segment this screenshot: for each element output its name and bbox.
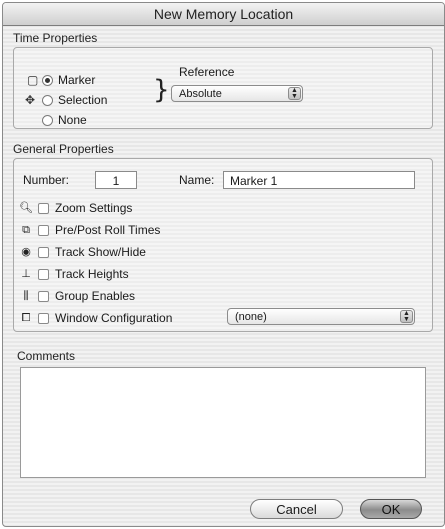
track-heights-label: Track Heights	[55, 267, 129, 281]
pre-post-roll-icon: ⧉	[22, 223, 30, 236]
window-config-checkbox[interactable]	[38, 312, 49, 324]
group-enables-checkbox[interactable]	[38, 290, 49, 302]
dialog-title: New Memory Location	[3, 3, 444, 26]
none-radio[interactable]: None	[42, 113, 87, 127]
window-config-popup[interactable]: (none) ▲ ▼	[227, 308, 415, 325]
window-config-icon: ⧠	[21, 311, 31, 324]
popup-arrows-icon: ▲ ▼	[288, 87, 301, 100]
eye-icon: ◉	[21, 245, 31, 258]
window-config-popup-value: (none)	[235, 311, 267, 323]
track-show-hide-checkbox-row[interactable]: ◉ Track Show/Hide	[19, 245, 146, 259]
pre-post-roll-checkbox-row[interactable]: ⧉ Pre/Post Roll Times	[19, 223, 160, 237]
group-icon: ⫼	[23, 289, 29, 302]
cancel-button[interactable]: Cancel	[250, 499, 343, 519]
marker-radio[interactable]: Marker	[42, 73, 95, 87]
general-properties-label: General Properties	[13, 142, 114, 156]
track-heights-checkbox[interactable]	[38, 268, 49, 280]
none-radio-label: None	[58, 113, 87, 127]
time-properties-label: Time Properties	[13, 31, 98, 45]
popup-arrows-icon: ▲ ▼	[400, 310, 413, 323]
reference-label: Reference	[179, 65, 235, 79]
reference-popup-value: Absolute	[179, 88, 222, 100]
window-config-checkbox-row[interactable]: ⧠ Window Configuration	[19, 311, 173, 325]
track-heights-checkbox-row[interactable]: ⊥ Track Heights	[19, 267, 129, 281]
ok-button[interactable]: OK	[360, 499, 422, 519]
pre-post-roll-label: Pre/Post Roll Times	[55, 223, 161, 237]
magnifier-icon: 🔍︎	[19, 201, 33, 214]
number-label: Number:	[23, 173, 70, 187]
marker-radio-button[interactable]	[42, 74, 53, 86]
track-height-icon: ⊥	[21, 267, 31, 280]
track-show-hide-checkbox[interactable]	[38, 246, 49, 258]
name-label: Name:	[179, 173, 215, 187]
selection-icon: ✥	[25, 93, 36, 107]
selection-radio-button[interactable]	[42, 94, 53, 106]
group-enables-checkbox-row[interactable]: ⫼ Group Enables	[19, 289, 135, 303]
zoom-settings-checkbox[interactable]	[38, 202, 49, 214]
reference-popup[interactable]: Absolute ▲ ▼	[171, 85, 303, 102]
selection-radio[interactable]: Selection	[42, 93, 107, 107]
marker-radio-label: Marker	[58, 73, 96, 87]
new-memory-location-dialog: New Memory Location Time Properties ▢ Ma…	[2, 2, 445, 527]
comments-label: Comments	[17, 349, 76, 363]
zoom-settings-checkbox-row[interactable]: 🔍︎ Zoom Settings	[19, 201, 132, 215]
window-config-label: Window Configuration	[55, 311, 173, 325]
zoom-settings-label: Zoom Settings	[55, 201, 133, 215]
name-field[interactable]: Marker 1	[223, 171, 415, 189]
comments-textarea[interactable]	[20, 367, 426, 478]
brace-icon: }	[153, 75, 170, 105]
pre-post-roll-checkbox[interactable]	[38, 224, 49, 236]
track-show-hide-label: Track Show/Hide	[55, 245, 146, 259]
selection-radio-label: Selection	[58, 93, 108, 107]
none-radio-button[interactable]	[42, 114, 53, 126]
marker-icon: ▢	[27, 73, 39, 87]
number-field[interactable]: 1	[95, 171, 137, 189]
group-enables-label: Group Enables	[55, 289, 136, 303]
